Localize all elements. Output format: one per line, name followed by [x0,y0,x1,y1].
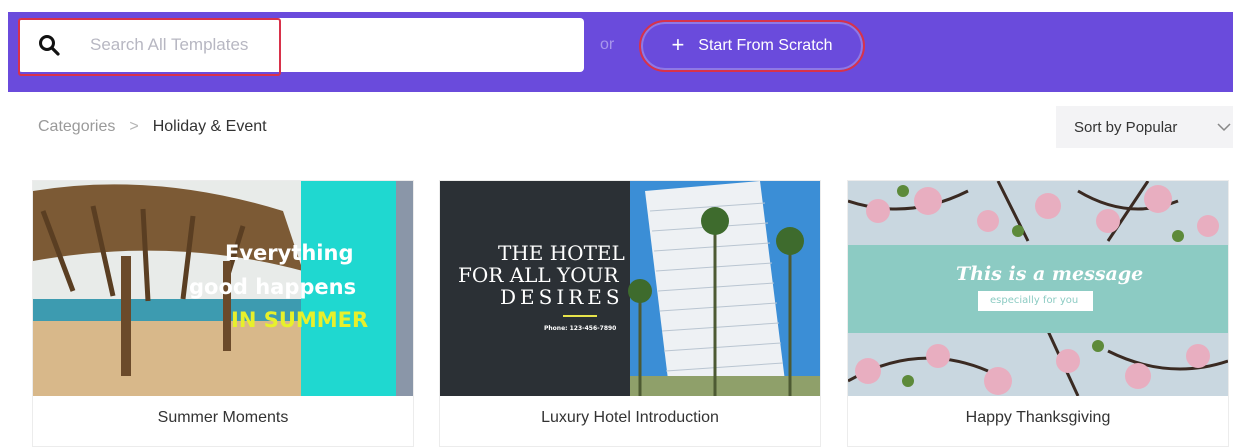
breadcrumb-categories[interactable]: Categories [38,118,115,136]
breadcrumb-separator: > [129,118,139,135]
hotel-building-image [440,181,820,396]
thumb-line-1: THE HOTEL [498,241,625,265]
template-thumbnail[interactable]: THE HOTEL FOR ALL YOUR DESIRES Phone: 12… [440,181,820,396]
search-icon [39,35,60,56]
thumb-line-2: FOR ALL YOUR [458,263,619,287]
search-input[interactable] [90,32,530,58]
template-title[interactable]: Summer Moments [33,409,413,427]
template-card-luxury-hotel[interactable]: THE HOTEL FOR ALL YOUR DESIRES Phone: 12… [439,180,821,447]
thumb-line-1: This is a message [956,263,1144,285]
chevron-down-icon [1217,123,1231,132]
sort-selected-value: Sort by Popular [1074,118,1178,136]
template-thumbnail[interactable]: Everything good happens IN SUMMER [33,181,413,396]
template-card-summer-moments[interactable]: Everything good happens IN SUMMER Summer… [32,180,414,447]
search-box[interactable] [18,18,584,76]
breadcrumb-current: Holiday & Event [152,118,267,135]
or-label: or [600,36,615,53]
plus-icon: + [671,32,685,57]
thumb-line-3: IN SUMMER [231,308,369,332]
template-thumbnail[interactable]: This is a message especially for you [848,181,1228,396]
start-from-scratch-label: Start From Scratch [698,37,833,54]
template-title[interactable]: Luxury Hotel Introduction [440,409,820,427]
start-from-scratch-button[interactable]: + Start From Scratch [639,20,865,72]
thumb-phone: Phone: 123-456-7890 [544,325,617,332]
thumb-line-2: good happens [189,275,357,299]
top-bar: or + Start From Scratch [8,12,1233,92]
template-card-happy-thanksgiving[interactable]: This is a message especially for you Hap… [847,180,1229,447]
cherry-blossom-image [848,181,1228,396]
sort-dropdown[interactable]: Sort by Popular [1056,106,1233,148]
breadcrumb: Categories > Holiday & Event [38,118,267,136]
thumb-line-2: especially for you [990,295,1079,306]
thumb-line-3: DESIRES [500,285,624,309]
template-title[interactable]: Happy Thanksgiving [848,409,1228,427]
thumb-line-1: Everything [225,241,354,265]
